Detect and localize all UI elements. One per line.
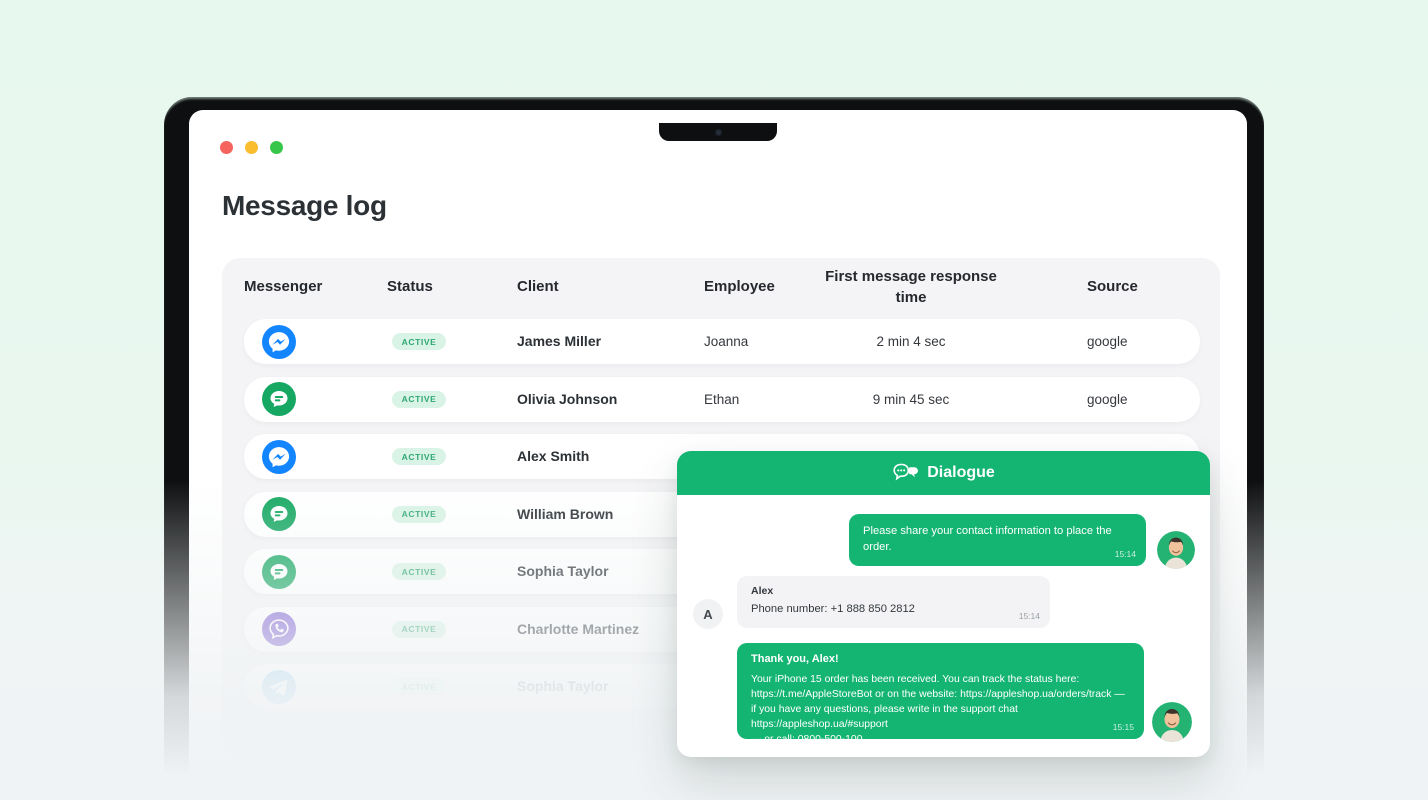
column-header-messenger: Messenger	[244, 278, 322, 295]
column-header-status: Status	[387, 278, 433, 295]
telegram-icon	[262, 670, 296, 704]
chat-message-outgoing: Thank you, Alex! Your iPhone 15 order ha…	[737, 643, 1144, 739]
column-header-employee: Employee	[704, 278, 775, 295]
column-header-response-time: First message response time	[822, 266, 1000, 308]
employee-name: Joanna	[704, 319, 748, 364]
status-badge: ACTIVE	[392, 391, 446, 408]
message-time: 15:15	[1113, 721, 1134, 733]
message-time: 15:14	[1019, 610, 1040, 622]
page-title: Message log	[222, 190, 387, 222]
client-avatar: A	[693, 599, 723, 629]
table-header-row: Messenger Status Client Employee First m…	[222, 258, 1220, 316]
message-text: Your iPhone 15 order has been received. …	[751, 672, 1130, 732]
agent-avatar	[1152, 702, 1192, 742]
status-badge: ACTIVE	[392, 506, 446, 523]
zoom-window-icon[interactable]	[270, 141, 283, 154]
laptop-notch	[659, 123, 777, 141]
facebook-messenger-icon	[262, 325, 296, 359]
chat-icon	[262, 382, 296, 416]
chat-icon	[262, 555, 296, 589]
client-name: James Miller	[517, 319, 601, 364]
facebook-messenger-icon	[262, 440, 296, 474]
status-badge: ACTIVE	[392, 563, 446, 580]
client-name: William Brown	[517, 492, 613, 537]
dialogue-title: Dialogue	[927, 464, 995, 482]
message-call-line: — or call: 0800-500-100	[751, 732, 1130, 747]
chat-icon	[262, 497, 296, 531]
source-value: google	[1087, 319, 1128, 364]
client-name: Olivia Johnson	[517, 377, 617, 422]
viber-icon	[262, 612, 296, 646]
close-window-icon[interactable]	[220, 141, 233, 154]
message-time: 15:14	[1115, 548, 1136, 560]
chat-bubbles-icon	[892, 463, 919, 483]
dialogue-header: Dialogue	[677, 451, 1210, 495]
column-header-client: Client	[517, 278, 559, 295]
chat-message-outgoing: Please share your contact information to…	[849, 514, 1146, 566]
chat-message-incoming: Alex Phone number: +1 888 850 2812 15:14	[737, 576, 1050, 628]
sender-name: Alex	[751, 584, 1036, 599]
dialogue-popup: Dialogue Please share your contact infor…	[677, 451, 1210, 757]
source-value: google	[1087, 377, 1128, 422]
window-traffic-lights	[220, 141, 283, 154]
page-background: Message log Messenger Status Client Empl…	[0, 0, 1428, 800]
client-name: Charlotte Martinez	[517, 607, 639, 652]
table-row[interactable]: ACTIVE James Miller Joanna 2 min 4 sec g…	[244, 319, 1200, 364]
status-badge: ACTIVE	[392, 621, 446, 638]
column-header-source: Source	[1087, 278, 1138, 295]
status-badge: ACTIVE	[392, 333, 446, 350]
message-text: Phone number: +1 888 850 2812	[751, 601, 1036, 617]
table-row[interactable]: ACTIVE Olivia Johnson Ethan 9 min 45 sec…	[244, 377, 1200, 422]
response-time: 2 min 4 sec	[804, 319, 1018, 364]
status-badge: ACTIVE	[392, 448, 446, 465]
message-text: Please share your contact information to…	[863, 525, 1112, 553]
minimize-window-icon[interactable]	[245, 141, 258, 154]
client-name: Sophia Taylor	[517, 664, 609, 709]
agent-avatar	[1157, 531, 1195, 569]
client-name: Sophia Taylor	[517, 549, 609, 594]
client-name: Alex Smith	[517, 434, 589, 479]
employee-name: Ethan	[704, 377, 739, 422]
message-greeting: Thank you, Alex!	[751, 652, 1130, 668]
status-badge: ACTIVE	[392, 678, 446, 695]
webcam-icon	[715, 129, 722, 136]
response-time: 9 min 45 sec	[804, 377, 1018, 422]
